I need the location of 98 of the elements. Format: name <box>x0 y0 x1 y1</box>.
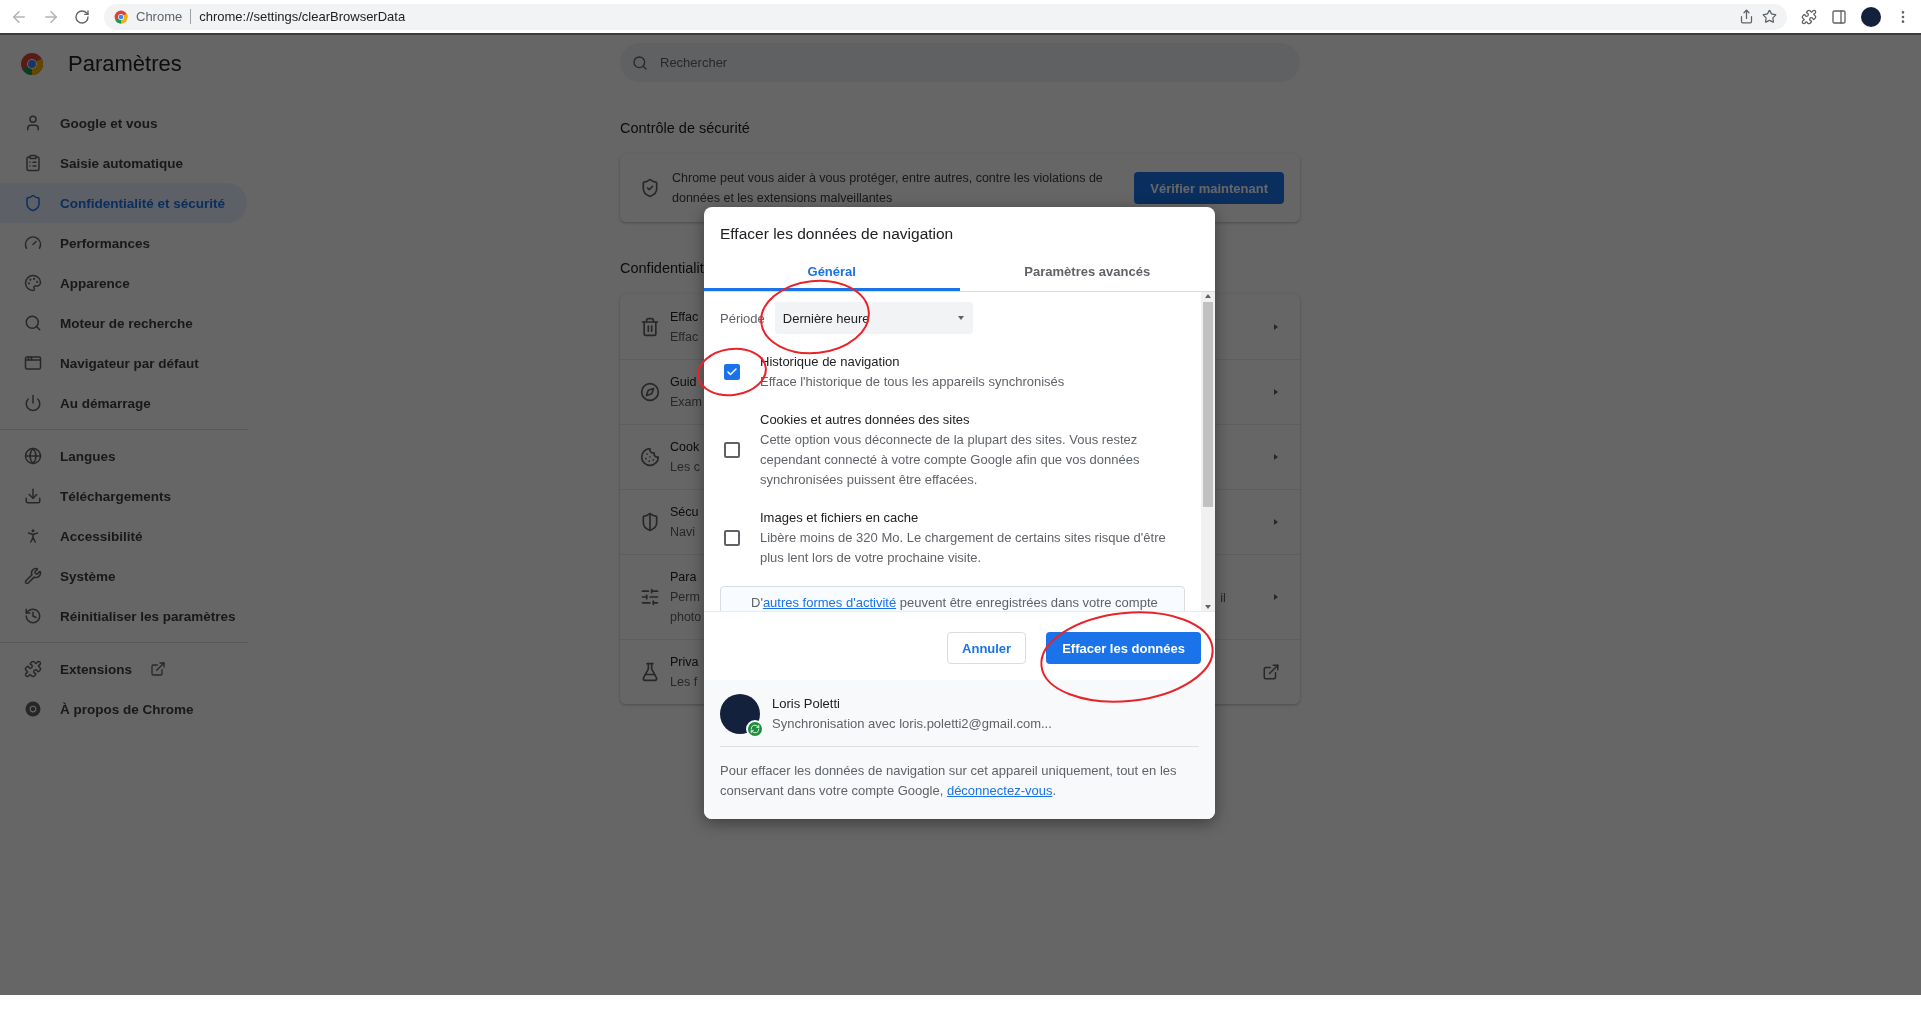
sidebar-item[interactable]: Extensions <box>0 649 247 689</box>
row-description: photo <box>670 609 702 626</box>
option-description: Efface l'historique de tous les appareils synchronisés <box>760 373 1066 391</box>
external-link-icon[interactable] <box>1262 663 1280 681</box>
row-description: il <box>1220 589 1226 605</box>
nav-icon <box>24 314 42 332</box>
row-icon <box>640 447 660 467</box>
safety-text: Chrome peut vous aider à vous protéger, entre autres, contre les violations de données et les extensions malveillantes <box>672 170 1104 207</box>
dialog-title: Effacer les données de navigation <box>719 224 955 244</box>
sidebar-item[interactable]: Google et vous <box>0 103 247 143</box>
share-icon[interactable] <box>1739 9 1754 24</box>
row-icon <box>640 316 660 337</box>
row-icon <box>640 662 660 682</box>
chrome-logo-icon <box>20 52 44 76</box>
sidebar-item[interactable]: Apparence <box>0 263 247 303</box>
nav-icon <box>24 700 42 718</box>
search-icon <box>632 54 648 71</box>
checkbox[interactable] <box>724 442 740 458</box>
section-heading: Confidentialit <box>620 260 704 276</box>
search-field[interactable]: Rechercher <box>620 43 1300 82</box>
site-label: Chrome <box>136 9 192 24</box>
nav-icon <box>24 234 42 252</box>
url-text: chrome://settings/clearBrowserData <box>199 9 406 24</box>
tab[interactable]: Paramètres avancés <box>959 255 1215 291</box>
nav-icon <box>24 354 42 372</box>
row-title: Priva <box>670 654 699 671</box>
clear-data-button[interactable]: Effacer les données <box>1046 632 1201 664</box>
option-description: Cette option vous déconnecte de la plupart des sites. Vous restez cependant connecté à votre compte Google afin que vos données synchronisées puissent être effacées. <box>760 431 1141 489</box>
sidebar-item[interactable]: Navigateur par défaut <box>0 343 247 383</box>
reload-icon[interactable] <box>74 8 90 25</box>
tab[interactable]: Général <box>704 255 960 291</box>
option-title: Cookies et autres données des sites <box>760 411 971 429</box>
activity-notice: D'autres formes d'activité peuvent être enregistrées dans votre compte <box>720 586 1185 611</box>
check-icon <box>726 366 738 378</box>
nav-icon <box>24 607 42 625</box>
row-title: Effac <box>670 308 699 326</box>
row-title: Cook <box>670 439 700 456</box>
row-description: Effac <box>670 328 699 346</box>
sidebar-item[interactable]: Téléchargements <box>0 476 247 516</box>
section-heading: Contrôle de sécurité <box>620 120 750 136</box>
side-panel-icon[interactable] <box>1831 8 1847 25</box>
sidebar-item[interactable]: Performances <box>0 223 247 263</box>
sidebar-item[interactable]: Système <box>0 556 247 596</box>
sidebar-item[interactable]: Langues <box>0 436 247 476</box>
row-description: Exam <box>670 394 702 411</box>
sidebar-item[interactable]: À propos de Chrome <box>0 689 247 729</box>
sidebar-item[interactable]: Réinitialiser les paramètres <box>0 596 247 636</box>
cancel-button[interactable]: Annuler <box>947 632 1027 664</box>
row-description: Perm <box>670 589 700 606</box>
site-info-icon <box>114 9 128 24</box>
star-icon[interactable] <box>1762 9 1777 24</box>
arrow-icon <box>1272 322 1280 331</box>
account-name: Loris Poletti <box>772 695 841 713</box>
sidebar-item[interactable]: Saisie automatique <box>0 143 247 183</box>
puzzle-icon[interactable] <box>1801 8 1817 25</box>
address-bar[interactable]: Chrome chrome://settings/clearBrowserData <box>104 3 1787 30</box>
arrow-icon <box>1272 593 1280 601</box>
row-description: Les f <box>670 674 698 691</box>
nav-icon <box>24 447 42 465</box>
profile-avatar[interactable] <box>1861 6 1881 27</box>
scroll-down-icon <box>1204 603 1212 611</box>
sidebar-item[interactable]: Moteur de recherche <box>0 303 247 343</box>
check-now-button[interactable]: Vérifier maintenant <box>1134 172 1284 204</box>
nav-icon <box>24 274 42 292</box>
sync-status: Synchronisation avec loris.poletti2@gmail.com... <box>772 715 1052 733</box>
row-icon <box>640 382 660 402</box>
option-title: Images et fichiers en cache <box>760 509 920 527</box>
row-title: Guid <box>670 374 697 391</box>
arrow-icon <box>1272 388 1280 396</box>
option-description: Libère moins de 320 Mo. Le chargement de certains sites risque d'être plus lent lors de votre prochaine visite. <box>760 529 1167 567</box>
row-icon <box>640 587 660 607</box>
row-title: Sécu <box>670 504 699 521</box>
sidebar-item[interactable]: Au démarrage <box>0 383 247 423</box>
checkbox[interactable] <box>724 364 740 380</box>
nav-icon <box>24 114 42 132</box>
row-description: Les c <box>670 459 700 476</box>
nav-icon <box>24 487 42 505</box>
nav-icon <box>24 567 42 585</box>
sidebar-item[interactable]: Confidentialité et sécurité <box>0 183 247 223</box>
nav-icon <box>24 194 42 212</box>
row-title: Para <box>670 569 697 586</box>
nav-icon <box>24 660 42 678</box>
sign-out-hint: Pour effacer les données de navigation sur cet appareil uniquement, tout en les conservant dans votre compte Google, déconnectez-vous. <box>720 762 1178 800</box>
arrow-icon <box>1272 453 1280 461</box>
arrow-icon <box>1272 518 1280 526</box>
activity-link[interactable]: autres formes d'activité <box>762 595 897 610</box>
scrollbar[interactable] <box>1201 292 1215 611</box>
sync-icon <box>746 720 764 738</box>
checkbox[interactable] <box>724 530 740 546</box>
caret-icon <box>956 314 965 322</box>
nav-icon <box>24 154 42 172</box>
row-icon <box>640 512 660 532</box>
shield-icon <box>640 178 660 198</box>
page-title: Paramètres <box>68 51 182 77</box>
row-description: Navi <box>670 524 695 541</box>
nav-icon <box>24 394 42 412</box>
sidebar-item[interactable]: Accessibilité <box>0 516 247 556</box>
scroll-up-icon <box>1204 292 1212 300</box>
